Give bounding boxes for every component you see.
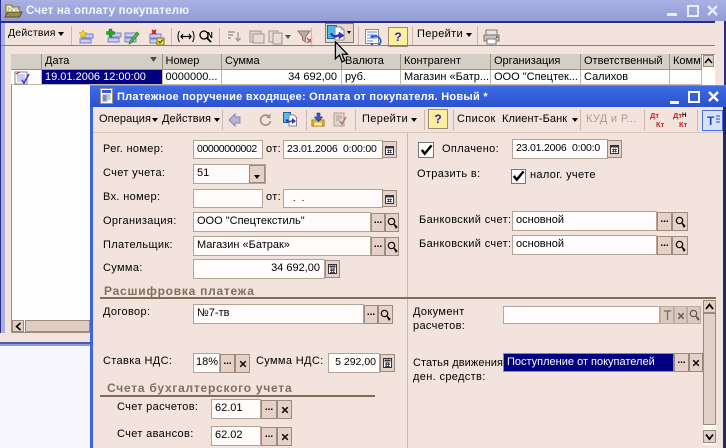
svg-text:Кт: Кт <box>656 120 665 129</box>
svg-text:Т: Т <box>707 114 715 128</box>
svg-text:Дт: Дт <box>673 111 682 120</box>
svg-text:Н: Н <box>682 113 686 119</box>
svg-text:Дт: Дт <box>650 111 659 120</box>
svg-text:N: N <box>207 31 213 40</box>
svg-text:Кт: Кт <box>679 120 688 129</box>
